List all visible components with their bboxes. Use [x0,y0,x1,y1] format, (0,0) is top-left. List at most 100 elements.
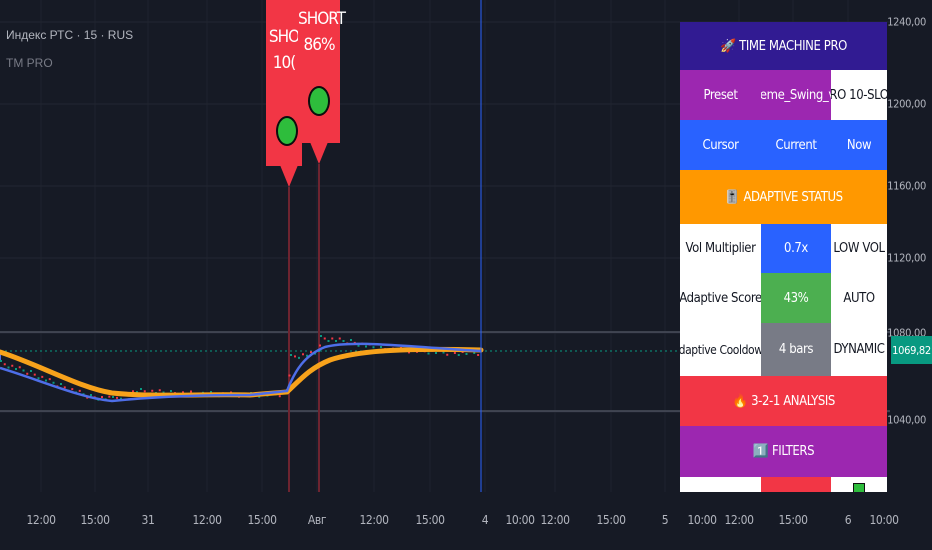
analysis-header: 🔥 3-2-1 ANALYSIS [680,376,887,426]
price-label-1240: 1240,00 [887,15,926,29]
filters-header: 1️⃣ FILTERS [680,426,887,477]
candle [41,375,44,378]
time-label: 15:00 [778,513,808,527]
time-label: 12:00 [724,513,754,527]
candle [45,379,47,382]
time-label: 10:00 [687,513,717,527]
candle [380,346,382,348]
time-label: 4 [481,513,489,527]
symbol-title[interactable]: Индекс РТС · 15 · RUS [6,28,133,42]
candle [372,346,375,349]
time-label: 10:00 [505,513,535,527]
candle [457,354,460,356]
time-label: 15:00 [596,513,626,527]
time-machine-panel: 🚀 TIME MACHINE PRO Preset Meme_Swing_v4 … [680,22,887,492]
price-label-1040: 1040,00 [887,413,926,427]
signal-2-pointer [310,142,328,164]
candle [90,394,92,396]
candle [302,353,304,356]
candle [427,352,430,355]
cursor-extra: Now [831,120,887,170]
time-label: 5 [661,513,669,527]
price-label-1160: 1160,00 [887,179,926,193]
candle [477,354,480,356]
short-signal-label-1[interactable]: SHO 10( [266,0,302,166]
filters-row-cell-1 [680,477,761,492]
cursor-label: Cursor [680,120,761,170]
candle [298,356,300,359]
signal-1-dot-icon [276,116,298,146]
candle [63,386,66,389]
candle [294,355,296,358]
time-label: 12:00 [540,513,570,527]
candle [327,340,330,342]
panel-title: 🚀 TIME MACHINE PRO [680,22,887,70]
candle [101,396,103,398]
time-label: 6 [844,513,852,527]
filters-row-cell-3 [831,477,887,492]
adaptive-score-extra: AUTO [831,273,887,323]
candle [190,390,192,393]
time-label: 31 [141,513,155,527]
candle [338,337,341,340]
vol-multiplier-label: Vol Multiplier [680,224,761,273]
candle [26,372,29,375]
candle [116,396,118,399]
adaptive-score-value: 43% [761,273,831,323]
vol-multiplier-value: 0.7x [761,224,831,273]
candle [7,366,10,369]
signal-2-dot-icon [308,86,330,116]
candle [365,345,367,348]
candle [78,389,81,392]
signal-1-pointer [280,165,298,187]
time-label: 15:00 [415,513,445,527]
candle [11,364,14,367]
candle [335,340,337,342]
green-square-icon [853,483,865,492]
candle [108,395,111,398]
time-label: Авг [307,513,327,527]
candle [290,354,292,356]
preset-label: Preset [680,70,761,120]
price-label-1200: 1200,00 [887,97,926,111]
candle [331,337,334,340]
short-signal-label-2[interactable]: SHORT 86% [298,0,346,143]
adaptive-cooldown-value: 4 bars [761,323,831,376]
candle [3,363,6,366]
time-label: 15:00 [80,513,110,527]
candle [0,360,2,362]
time-label: 15:00 [247,513,277,527]
adaptive-cooldown-label: Adaptive Cooldown [680,323,761,376]
candle [30,370,32,372]
candle [342,340,345,342]
candle [112,396,114,398]
candle [22,369,25,372]
cursor-value: Current [761,120,831,170]
time-label: 12:00 [359,513,389,527]
adaptive-status-header: 🎚️ ADAPTIVE STATUS [680,170,887,224]
candle [48,378,51,381]
candle [288,374,291,377]
adaptive-score-label: Adaptive Score [680,273,761,323]
candle [151,389,154,392]
candle [52,381,55,384]
candle [33,373,36,376]
signal-1-line2: 10( [272,53,296,73]
vol-multiplier-extra: LOW VOL [831,224,887,273]
candle [278,395,281,398]
candle [15,368,17,370]
candle [320,335,322,337]
candle [143,390,146,393]
candle [71,388,74,391]
signal-2-line1: SHORT [298,9,346,29]
time-label: 12:00 [192,513,222,527]
candle [446,353,449,356]
candle [350,339,352,341]
filters-row-cell-2 [761,477,831,492]
candle [60,383,62,385]
candle [18,366,21,369]
signal-2-line2: 86% [303,35,336,55]
indicator-name[interactable]: TM PRO [6,56,53,70]
candle [170,390,172,392]
candle [319,344,321,347]
